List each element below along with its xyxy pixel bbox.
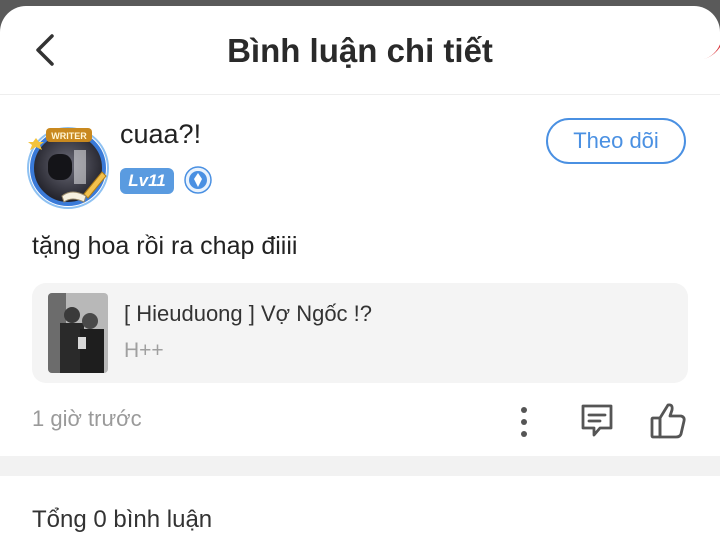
level-badge: Lv11 [120,168,174,194]
writer-badge-text: WRITER [51,131,87,141]
page-title: Bình luận chi tiết [227,32,493,69]
like-button[interactable] [648,400,688,442]
thumbs-up-icon [650,403,686,439]
more-vertical-icon [521,407,527,437]
comment-text: tặng hoa rồi ra chap điiii [32,232,298,260]
book-cover [48,293,108,373]
follow-button[interactable]: Theo dõi [546,118,686,164]
book-title: [ Hieuduong ] Vợ Ngốc !? [124,301,373,326]
comment-icon [581,404,613,437]
total-comments: Tổng 0 bình luận [32,506,213,533]
avatar[interactable]: WRITER [26,124,112,210]
book-tag: H++ [124,339,164,362]
more-options-button[interactable] [510,400,538,444]
comment-detail-sheet: Bình luận chi tiết WRITER cuaa?! Lv11 Th… [0,6,720,533]
avatar-image: WRITER [27,127,109,209]
vip-diamond-icon [184,166,212,194]
username[interactable]: cuaa?! [120,119,201,150]
reply-button[interactable] [578,400,616,440]
comment-time: 1 giờ trước [32,406,142,431]
book-card[interactable]: [ Hieuduong ] Vợ Ngốc !? H++ [32,283,688,383]
section-divider [0,456,720,476]
header: Bình luận chi tiết [0,6,720,95]
